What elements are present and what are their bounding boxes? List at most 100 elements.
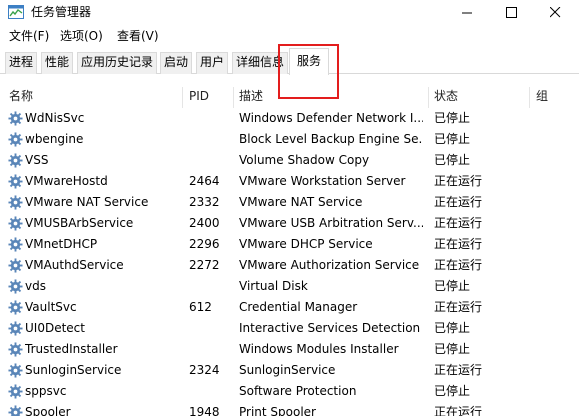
table-row[interactable]: VMnetDHCP 2296 VMware DHCP Service 正在运行 xyxy=(0,234,579,255)
service-status: 已停止 xyxy=(434,153,471,167)
gear-icon xyxy=(8,111,23,126)
service-status: 正在运行 xyxy=(434,405,483,416)
service-name: VMwareHostd xyxy=(25,174,108,188)
service-pid: 2272 xyxy=(189,258,220,272)
service-name: VaultSvc xyxy=(25,300,77,314)
gear-icon xyxy=(8,321,23,336)
service-description: Software Protection xyxy=(239,384,357,398)
service-pid: 2296 xyxy=(189,237,220,251)
menu-file[interactable]: 文件(F) xyxy=(9,29,49,43)
service-status: 已停止 xyxy=(434,132,471,146)
service-status: 正在运行 xyxy=(434,174,483,188)
service-description: Virtual Disk xyxy=(239,279,308,293)
service-name: VSS xyxy=(25,153,49,167)
tab-services[interactable]: 服务 xyxy=(289,48,330,75)
service-status: 已停止 xyxy=(434,111,471,125)
service-name: UI0Detect xyxy=(25,321,85,335)
service-description: Windows Modules Installer xyxy=(239,342,399,356)
table-row[interactable]: SunloginService 2324 SunloginService 正在运… xyxy=(0,360,579,381)
service-status: 正在运行 xyxy=(434,258,483,272)
service-name: VMware NAT Service xyxy=(25,195,149,209)
service-status: 正在运行 xyxy=(434,216,483,230)
tab-startup[interactable]: 启动 xyxy=(160,52,193,74)
close-button[interactable] xyxy=(534,0,578,26)
column-header-description[interactable]: 描述 xyxy=(239,89,263,103)
table-row[interactable]: VMwareHostd 2464 VMware Workstation Serv… xyxy=(0,171,579,192)
table-row[interactable]: UI0Detect Interactive Services Detection… xyxy=(0,318,579,339)
service-description: VMware Authorization Service xyxy=(239,258,420,272)
tab-users[interactable]: 用户 xyxy=(196,52,229,74)
service-description: Volume Shadow Copy xyxy=(239,153,370,167)
column-header-pid[interactable]: PID xyxy=(189,89,209,103)
menu-bar: 文件(F) 选项(O) 查看(V) xyxy=(0,26,579,46)
table-row[interactable]: Spooler 1948 Print Spooler 正在运行 xyxy=(0,402,579,416)
gear-icon xyxy=(8,237,23,252)
table-row[interactable]: wbengine Block Level Backup Engine Se...… xyxy=(0,129,579,150)
minimize-button[interactable] xyxy=(446,0,490,26)
column-header-row: 名称 PID 描述 状态 组 xyxy=(0,87,579,108)
column-divider[interactable] xyxy=(428,87,429,108)
tab-processes[interactable]: 进程 xyxy=(5,52,38,74)
service-name: VMUSBArbService xyxy=(25,216,134,230)
service-status: 正在运行 xyxy=(434,237,483,251)
table-row[interactable]: VSS Volume Shadow Copy 已停止 xyxy=(0,150,579,171)
service-name: wbengine xyxy=(25,132,84,146)
service-description: SunloginService xyxy=(239,363,336,377)
service-status: 正在运行 xyxy=(434,195,483,209)
tab-bar: 进程 性能 应用历史记录 启动 用户 详细信息 服务 xyxy=(0,48,579,75)
tab-details[interactable]: 详细信息 xyxy=(232,52,289,74)
gear-icon xyxy=(8,132,23,147)
service-pid: 2400 xyxy=(189,216,220,230)
gear-icon xyxy=(8,258,23,273)
service-pid: 2324 xyxy=(189,363,220,377)
tab-performance[interactable]: 性能 xyxy=(41,52,74,74)
service-name: vds xyxy=(25,279,46,293)
gear-icon xyxy=(8,363,23,378)
service-status: 正在运行 xyxy=(434,300,483,314)
service-description: Windows Defender Network I... xyxy=(239,111,423,125)
service-pid: 1948 xyxy=(189,405,220,416)
column-divider[interactable] xyxy=(233,87,234,108)
column-divider[interactable] xyxy=(529,87,530,108)
table-row[interactable]: VMAuthdService 2272 VMware Authorization… xyxy=(0,255,579,276)
minimize-icon xyxy=(462,12,472,14)
service-status: 已停止 xyxy=(434,342,471,356)
gear-icon xyxy=(8,384,23,399)
table-row[interactable]: TrustedInstaller Windows Modules Install… xyxy=(0,339,579,360)
column-header-status[interactable]: 状态 xyxy=(434,89,458,103)
gear-icon xyxy=(8,405,23,416)
service-pid: 612 xyxy=(189,300,212,314)
service-status: 正在运行 xyxy=(434,363,483,377)
service-description: VMware DHCP Service xyxy=(239,237,373,251)
service-name: VMnetDHCP xyxy=(25,237,98,251)
gear-icon xyxy=(8,153,23,168)
service-pid: 2332 xyxy=(189,195,220,209)
table-row[interactable]: vds Virtual Disk 已停止 xyxy=(0,276,579,297)
table-row[interactable]: VMware NAT Service 2332 VMware NAT Servi… xyxy=(0,192,579,213)
table-row[interactable]: VaultSvc 612 Credential Manager 正在运行 xyxy=(0,297,579,318)
menu-view[interactable]: 查看(V) xyxy=(117,29,159,43)
table-row[interactable]: sppsvc Software Protection 已停止 xyxy=(0,381,579,402)
title-bar: 任务管理器 xyxy=(0,0,579,26)
gear-icon xyxy=(8,279,23,294)
tab-app-history[interactable]: 应用历史记录 xyxy=(77,52,158,74)
gear-icon xyxy=(8,216,23,231)
service-status: 已停止 xyxy=(434,384,471,398)
table-row[interactable]: WdNisSvc Windows Defender Network I... 已… xyxy=(0,108,579,129)
gear-icon xyxy=(8,300,23,315)
column-header-group[interactable]: 组 xyxy=(536,89,548,103)
menu-options[interactable]: 选项(O) xyxy=(60,29,103,43)
column-divider[interactable] xyxy=(182,87,183,108)
service-name: WdNisSvc xyxy=(25,111,85,125)
service-description: Block Level Backup Engine Se... xyxy=(239,132,423,146)
service-name: VMAuthdService xyxy=(25,258,124,272)
service-status: 已停止 xyxy=(434,321,471,335)
maximize-button[interactable] xyxy=(490,0,534,26)
gear-icon xyxy=(8,342,23,357)
window-title: 任务管理器 xyxy=(31,5,92,19)
service-status: 已停止 xyxy=(434,279,471,293)
service-name: TrustedInstaller xyxy=(25,342,118,356)
service-description: Credential Manager xyxy=(239,300,358,314)
table-row[interactable]: VMUSBArbService 2400 VMware USB Arbitrat… xyxy=(0,213,579,234)
column-header-name[interactable]: 名称 xyxy=(9,89,33,103)
